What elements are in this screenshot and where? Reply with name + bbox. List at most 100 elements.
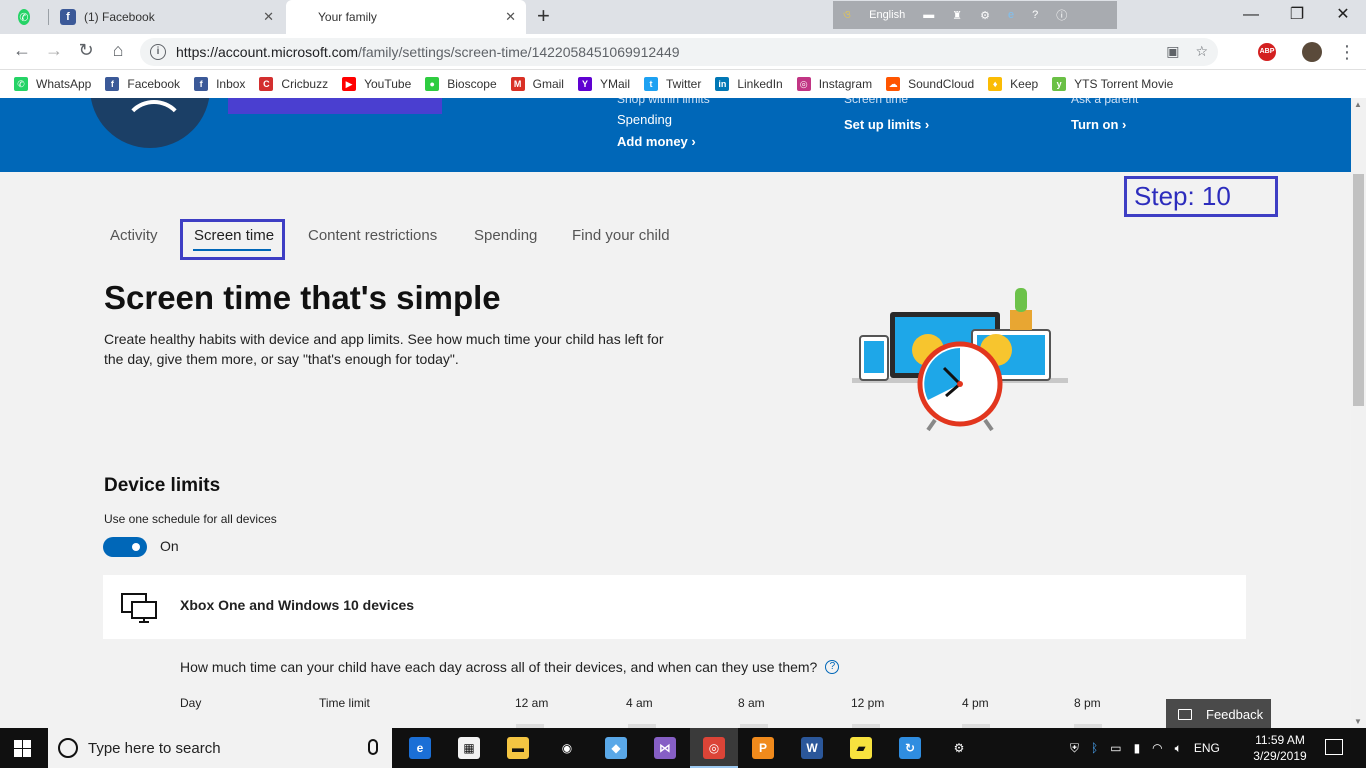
close-tab-icon[interactable]: ✕ xyxy=(263,9,274,25)
3d-viewer-icon: ◆ xyxy=(605,737,627,759)
taskbar-app[interactable]: ↻ xyxy=(886,728,934,768)
url-input[interactable]: i https://account.microsoft.com/family/s… xyxy=(140,38,1218,66)
device-card-title: Xbox One and Windows 10 devices xyxy=(180,597,415,613)
info-icon[interactable]: ⓘ xyxy=(1056,7,1067,23)
taskbar-app[interactable]: ▰ xyxy=(837,728,885,768)
close-tab-icon[interactable]: ✕ xyxy=(505,9,516,25)
tab-content-restrictions[interactable]: Content restrictions xyxy=(308,227,437,244)
tab-separator xyxy=(48,9,49,25)
defender-icon[interactable]: ⛨ xyxy=(1070,741,1079,756)
adblock-plus-icon[interactable]: ABP xyxy=(1258,43,1276,61)
taskbar-app[interactable]: ◆ xyxy=(592,728,640,768)
volume-icon[interactable]: 🔈︎ xyxy=(1175,741,1182,756)
add-money-link[interactable]: Add money › xyxy=(617,134,696,149)
home-icon[interactable]: ⌂ xyxy=(106,40,130,61)
translate-icon[interactable]: ▣ xyxy=(1166,43,1179,60)
bookmark-instagram[interactable]: ◎ Instagram xyxy=(796,77,872,91)
bookmark-gmail[interactable]: M Gmail xyxy=(510,77,564,91)
tab-activity[interactable]: Activity xyxy=(110,227,158,244)
keyboard-icon[interactable]: ▬ xyxy=(923,9,934,21)
help-circle-icon[interactable]: ? xyxy=(825,660,840,674)
close-window-icon[interactable]: ✕ xyxy=(1320,0,1366,30)
tab-find-your-child[interactable]: Find your child xyxy=(572,227,670,244)
cactus-icon xyxy=(1015,288,1027,312)
bookmark-ymail[interactable]: Y YMail xyxy=(577,77,630,91)
bookmark-inbox[interactable]: f Inbox xyxy=(194,77,245,91)
bookmark-yts-torrent-movie[interactable]: y YTS Torrent Movie xyxy=(1052,77,1173,91)
cortana-icon xyxy=(58,738,78,758)
bookmark-cricbuzz[interactable]: C Cricbuzz xyxy=(259,77,328,91)
clock-date: 3/29/2019 xyxy=(1253,749,1307,763)
tab-spending[interactable]: Spending xyxy=(474,227,537,244)
turn-on-link[interactable]: Turn on › xyxy=(1071,117,1126,132)
bookmark-bioscope[interactable]: ● Bioscope xyxy=(425,77,497,91)
browser-menu-icon[interactable]: ⋮ xyxy=(1338,40,1356,64)
gear-icon[interactable]: ⚙ xyxy=(980,9,990,22)
visual-studio-icon: ⋈ xyxy=(654,737,676,759)
taskbar-app[interactable]: ▬ xyxy=(494,728,542,768)
bookmark-soundcloud[interactable]: ☁ SoundCloud xyxy=(886,77,974,91)
reload-icon[interactable]: ↻ xyxy=(74,40,98,61)
minimize-icon[interactable]: — xyxy=(1228,0,1274,30)
bookmark-youtube[interactable]: ▶ YouTube xyxy=(342,77,411,91)
one-schedule-toggle[interactable] xyxy=(103,537,147,557)
feedback-button[interactable]: Feedback xyxy=(1166,699,1271,728)
gmail-icon: M xyxy=(510,77,525,91)
browser-tab-bar: ✆ f (1) Facebook ✕ Your family ✕ + ও Eng… xyxy=(0,0,1366,34)
battery-icon[interactable]: ▮ xyxy=(1134,741,1141,755)
bookmark-linkedin[interactable]: in LinkedIn xyxy=(715,77,783,91)
scrollbar-thumb[interactable] xyxy=(1353,174,1364,406)
taskbar-clock[interactable]: 11:59 AM 3/29/2019 xyxy=(1248,732,1312,764)
whatsapp-icon: ✆ xyxy=(18,9,30,25)
bluetooth-icon[interactable]: ᛒ xyxy=(1091,741,1098,755)
maximize-icon[interactable]: ❐ xyxy=(1274,0,1320,30)
cricbuzz-icon: C xyxy=(259,77,274,91)
column-header-hour: 12 pm xyxy=(851,696,885,710)
device-card[interactable]: Xbox One and Windows 10 devices xyxy=(103,575,1246,639)
wifi-icon[interactable]: ◠ xyxy=(1152,741,1162,755)
ie-icon[interactable]: e xyxy=(1008,9,1014,21)
microphone-icon[interactable] xyxy=(368,739,378,755)
site-info-icon[interactable]: i xyxy=(150,44,166,60)
bookmark-twitter[interactable]: t Twitter xyxy=(644,77,701,91)
taskbar-app[interactable]: W xyxy=(788,728,836,768)
bookmark-facebook[interactable]: f Facebook xyxy=(105,77,180,91)
bookmark-star-icon[interactable]: ☆ xyxy=(1195,43,1208,60)
taskbar-app[interactable]: e xyxy=(396,728,444,768)
extension-icon[interactable]: ♜ xyxy=(952,9,962,22)
forward-icon[interactable]: → xyxy=(42,40,66,61)
help-icon[interactable]: ? xyxy=(1032,9,1038,21)
tab-facebook[interactable]: f (1) Facebook ✕ xyxy=(50,0,284,34)
devices-icon xyxy=(121,593,157,623)
scroll-up-icon[interactable]: ▲ xyxy=(1354,100,1362,109)
profile-avatar[interactable] xyxy=(1302,42,1322,62)
bookmark-keep[interactable]: ♦ Keep xyxy=(988,77,1038,91)
network-drive-icon[interactable]: ▭ xyxy=(1110,741,1121,755)
tab-whatsapp[interactable]: ✆ xyxy=(8,0,48,34)
yahoo-icon: Y xyxy=(577,77,592,91)
taskbar-app[interactable]: ◎ xyxy=(690,728,738,768)
back-icon[interactable]: ← xyxy=(10,40,34,61)
whatsapp-icon: ✆ xyxy=(14,77,28,91)
tab-your-family[interactable]: Your family ✕ xyxy=(286,0,526,34)
set-up-limits-link[interactable]: Set up limits › xyxy=(844,117,929,132)
taskbar-app[interactable]: P xyxy=(739,728,787,768)
bookmark-whatsapp[interactable]: ✆ WhatsApp xyxy=(14,77,91,91)
taskbar-search-input[interactable]: Type here to search xyxy=(48,728,392,768)
new-tab-button[interactable]: + xyxy=(537,4,550,28)
page-scrollbar[interactable]: ▲ ▼ xyxy=(1351,98,1366,728)
hero-cut-label: Shop within limits xyxy=(617,98,710,106)
taskbar-app[interactable]: ⚙ xyxy=(935,728,983,768)
page-content: Shop within limits Spending Add money › … xyxy=(0,98,1351,728)
taskbar-app[interactable]: ⋈ xyxy=(641,728,689,768)
action-center-icon[interactable] xyxy=(1325,739,1343,755)
language-selector[interactable]: English xyxy=(869,9,905,21)
extension-icon[interactable]: ও xyxy=(843,6,851,25)
taskbar-app[interactable]: ◉ xyxy=(543,728,591,768)
facebook-icon: f xyxy=(194,77,209,91)
language-indicator[interactable]: ENG xyxy=(1194,741,1220,755)
taskbar-app[interactable]: ▦ xyxy=(445,728,493,768)
windows-start-icon[interactable] xyxy=(14,740,31,757)
scroll-down-icon[interactable]: ▼ xyxy=(1354,717,1362,726)
intro-text: Create healthy habits with device and ap… xyxy=(104,331,664,367)
